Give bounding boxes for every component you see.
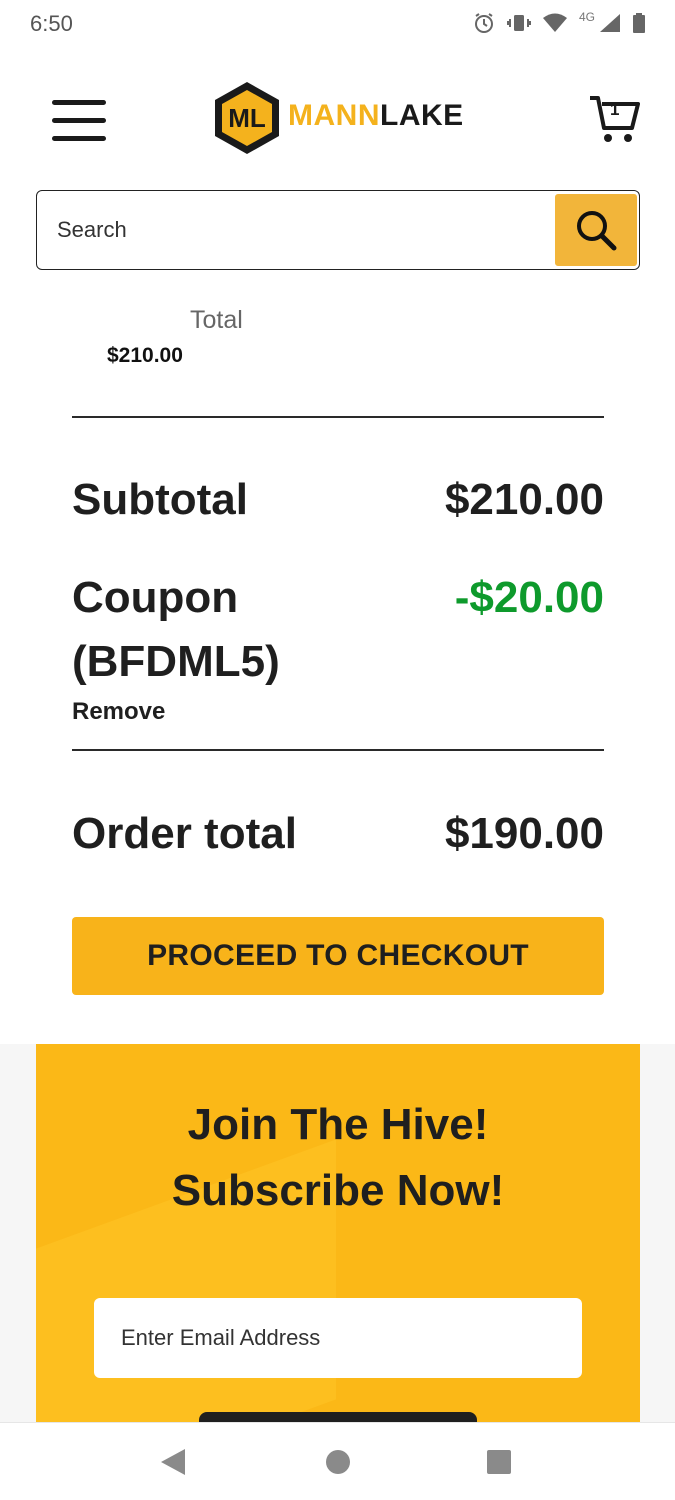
- back-triangle-icon: [161, 1449, 185, 1475]
- divider: [72, 416, 604, 418]
- home-circle-icon: [326, 1450, 350, 1474]
- hamburger-icon: [52, 100, 106, 105]
- back-button[interactable]: [133, 1423, 213, 1500]
- divider: [72, 749, 604, 751]
- status-time: 6:50: [30, 11, 73, 36]
- order-total-value: $190.00: [444, 809, 604, 858]
- logo-mark: ML: [228, 103, 266, 133]
- site-header: ML MANNLAKE 1: [0, 70, 675, 170]
- home-button[interactable]: [298, 1423, 378, 1500]
- cell-signal-icon: [600, 14, 620, 32]
- newsletter-subtitle: Subscribe Now!: [171, 1166, 505, 1215]
- vibrate-icon: [506, 15, 531, 31]
- status-bar: 6:50 4G: [0, 0, 675, 48]
- alarm-icon: [474, 13, 493, 33]
- coupon-discount-value: -$20.00: [454, 573, 604, 622]
- logo-word-mann: MANN: [288, 99, 380, 132]
- newsletter-panel: Join The Hive! Subscribe Now!: [36, 1044, 640, 1424]
- cart-count-badge: 1: [610, 100, 620, 119]
- line-total-label: Total: [190, 306, 243, 334]
- search-input[interactable]: [57, 209, 547, 251]
- network-type: 4G: [578, 10, 595, 24]
- battery-icon: [633, 13, 645, 33]
- remove-coupon-link[interactable]: Remove: [72, 698, 604, 726]
- email-field[interactable]: [94, 1298, 582, 1378]
- search-icon: [577, 211, 617, 251]
- coupon-row: Coupon (BFDML5) -$20.00 Remove: [72, 566, 604, 726]
- subtotal-value: $210.00: [444, 475, 604, 524]
- mann-lake-logo[interactable]: ML MANNLAKE: [212, 80, 464, 156]
- proceed-to-checkout-button[interactable]: PROCEED TO CHECKOUT: [72, 917, 604, 995]
- wifi-icon: [542, 13, 567, 32]
- logo-word-lake: LAKE: [380, 99, 464, 132]
- system-nav-bar: [0, 1422, 675, 1500]
- recents-square-icon: [487, 1450, 511, 1474]
- order-total-row: Order total $190.00: [72, 802, 604, 866]
- logo-hexagon-icon: ML: [215, 82, 279, 154]
- logo-wordmark: MANNLAKE: [288, 99, 464, 133]
- recents-button[interactable]: [459, 1423, 539, 1500]
- status-icons: 4G: [473, 10, 645, 34]
- newsletter-title: Join The Hive!: [187, 1100, 489, 1149]
- subtotal-row: Subtotal $210.00: [72, 468, 604, 532]
- line-total-value: $210.00: [107, 344, 183, 367]
- search-bar: [36, 190, 640, 270]
- cart-button[interactable]: 1: [586, 92, 642, 148]
- coupon-code: (BFDML5): [72, 637, 280, 686]
- search-button[interactable]: [555, 194, 637, 266]
- hamburger-menu-button[interactable]: [52, 100, 106, 142]
